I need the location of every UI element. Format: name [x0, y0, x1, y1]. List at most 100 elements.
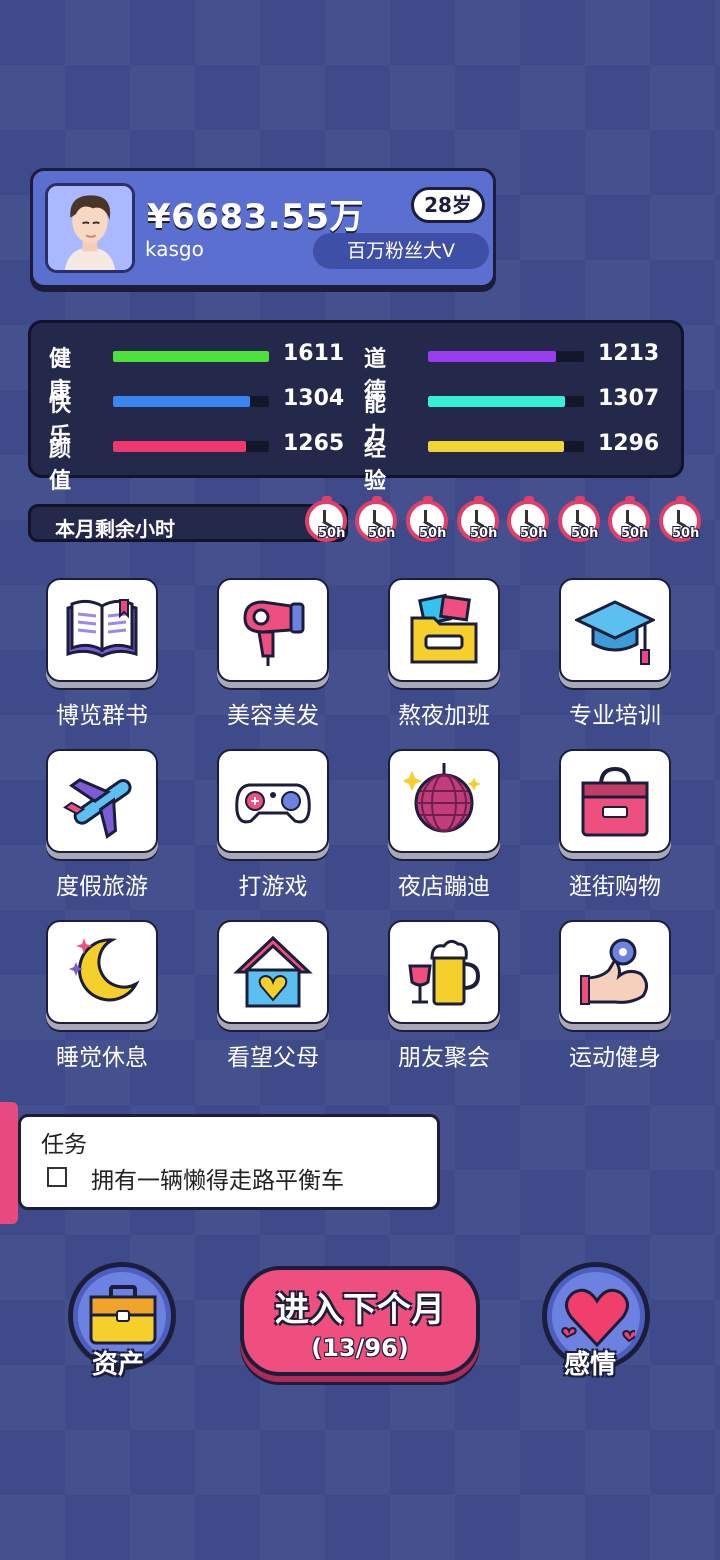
stat-value: 1265 — [283, 431, 345, 456]
task-title: 任务 — [41, 1132, 87, 1158]
action-tile[interactable] — [217, 920, 329, 1024]
stat-bar — [113, 396, 269, 407]
action-play-games[interactable]: 打游戏 — [201, 749, 331, 909]
hour-clock-icon: 50h — [454, 496, 504, 546]
assets-label: 资产 — [92, 1350, 145, 1380]
hour-clock-icon: 50h — [302, 496, 352, 546]
hour-clock-label: 50h — [571, 526, 599, 541]
action-sleep[interactable]: 睡觉休息 — [30, 920, 160, 1080]
stat-value: 1307 — [598, 386, 660, 411]
stat-bar-fill — [113, 351, 269, 362]
action-label: 看望父母 — [227, 1045, 319, 1071]
hour-clock-label: 50h — [368, 526, 396, 541]
action-tile[interactable] — [217, 749, 329, 853]
action-tile[interactable] — [388, 920, 500, 1024]
stat-bar-fill — [428, 396, 566, 407]
hour-clock-icon: 50h — [403, 496, 453, 546]
action-tile[interactable] — [388, 578, 500, 682]
action-label: 熬夜加班 — [398, 703, 490, 729]
action-label: 运动健身 — [569, 1045, 661, 1071]
action-nightclub[interactable]: 夜店蹦迪 — [372, 749, 502, 909]
action-tile[interactable] — [217, 578, 329, 682]
house-heart-icon — [233, 935, 313, 1008]
profile-card: ¥6683.55万 28岁 kasgo 百万粉丝大V — [30, 168, 496, 288]
hour-clock-label: 50h — [470, 526, 498, 541]
hour-clock-label: 50h — [318, 526, 346, 541]
hour-clock-icon: 50h — [504, 496, 554, 546]
action-tile[interactable] — [559, 920, 671, 1024]
stat-bar — [428, 441, 584, 452]
username: kasgo — [145, 237, 204, 261]
graduation-cap-icon — [575, 600, 655, 665]
action-label: 专业培训 — [569, 703, 661, 729]
moon-icon — [69, 938, 140, 1002]
action-tile[interactable] — [46, 749, 158, 853]
action-visit-parents[interactable]: 看望父母 — [201, 920, 331, 1080]
action-workout[interactable]: 运动健身 — [543, 920, 673, 1080]
stat-value: 1213 — [598, 341, 660, 366]
task-panel[interactable]: 任务 拥有一辆懒得走路平衡车 — [18, 1114, 440, 1210]
shopping-bag-icon — [581, 766, 649, 837]
age-badge: 28岁 — [411, 187, 485, 223]
action-work-overtime[interactable]: 熬夜加班 — [372, 578, 502, 738]
airplane-icon — [63, 778, 132, 839]
stat-bar — [428, 351, 584, 362]
stat-bar-fill — [428, 351, 556, 362]
action-tile[interactable] — [559, 749, 671, 853]
hour-clock-label: 50h — [520, 526, 548, 541]
stat-bar-fill — [428, 441, 564, 452]
relationship-label: 感情 — [564, 1350, 617, 1380]
action-professional-training[interactable]: 专业培训 — [543, 578, 673, 738]
hour-clock-label: 50h — [621, 526, 649, 541]
stat-bar — [113, 441, 269, 452]
hour-clock-label: 50h — [672, 526, 700, 541]
action-label: 逛街购物 — [569, 874, 661, 900]
player-title-badge: 百万粉丝大V — [313, 233, 489, 269]
beer-icon — [408, 939, 481, 1006]
action-label: 夜店蹦迪 — [398, 874, 490, 900]
avatar-portrait — [48, 186, 132, 270]
task-item: 拥有一辆懒得走路平衡车 — [91, 1168, 344, 1194]
action-label: 睡觉休息 — [56, 1045, 148, 1071]
action-tile[interactable] — [559, 578, 671, 682]
stat-value: 1611 — [283, 341, 345, 366]
stat-bar — [428, 396, 584, 407]
money-amount: ¥6683.55万 — [147, 197, 365, 237]
hour-clock-icon: 50h — [555, 496, 605, 546]
action-vacation[interactable]: 度假旅游 — [30, 749, 160, 909]
stat-bar-fill — [113, 441, 246, 452]
remaining-hours-label: 本月剩余小时 — [55, 517, 175, 541]
stat-label: 颜值 — [49, 437, 72, 494]
next-month-label: 进入下个月 — [275, 1290, 445, 1330]
stat-value: 1304 — [283, 386, 345, 411]
remaining-hours-bar: 本月剩余小时 — [28, 504, 348, 542]
avatar[interactable] — [45, 183, 135, 273]
next-month-button[interactable]: 进入下个月 (13/96) — [240, 1266, 480, 1376]
book-icon — [66, 599, 138, 658]
hair-dryer-icon — [243, 600, 305, 666]
action-label: 朋友聚会 — [398, 1045, 490, 1071]
action-label: 博览群书 — [56, 703, 148, 729]
action-label: 打游戏 — [238, 874, 308, 900]
action-friend-gathering[interactable]: 朋友聚会 — [372, 920, 502, 1080]
action-read-books[interactable]: 博览群书 — [30, 578, 160, 738]
action-tile[interactable] — [46, 920, 158, 1024]
task-checkbox[interactable] — [47, 1167, 67, 1187]
gamepad-icon — [235, 783, 311, 824]
action-beauty-salon[interactable]: 美容美发 — [201, 578, 331, 738]
hour-clock-icon: 50h — [656, 496, 706, 546]
action-label: 美容美发 — [227, 703, 319, 729]
action-shopping[interactable]: 逛街购物 — [543, 749, 673, 909]
folder-icon — [410, 593, 478, 664]
disco-ball-icon — [404, 763, 481, 833]
stat-label: 经验 — [364, 437, 387, 494]
stat-bar-fill — [113, 396, 251, 407]
hour-clock-icon: 50h — [605, 496, 655, 546]
hour-clock-label: 50h — [419, 526, 447, 541]
month-progress: (13/96) — [311, 1334, 409, 1362]
stat-bar — [113, 351, 269, 362]
action-tile[interactable] — [46, 578, 158, 682]
task-accent — [0, 1102, 18, 1224]
action-tile[interactable] — [388, 749, 500, 853]
action-label: 度假旅游 — [56, 874, 148, 900]
